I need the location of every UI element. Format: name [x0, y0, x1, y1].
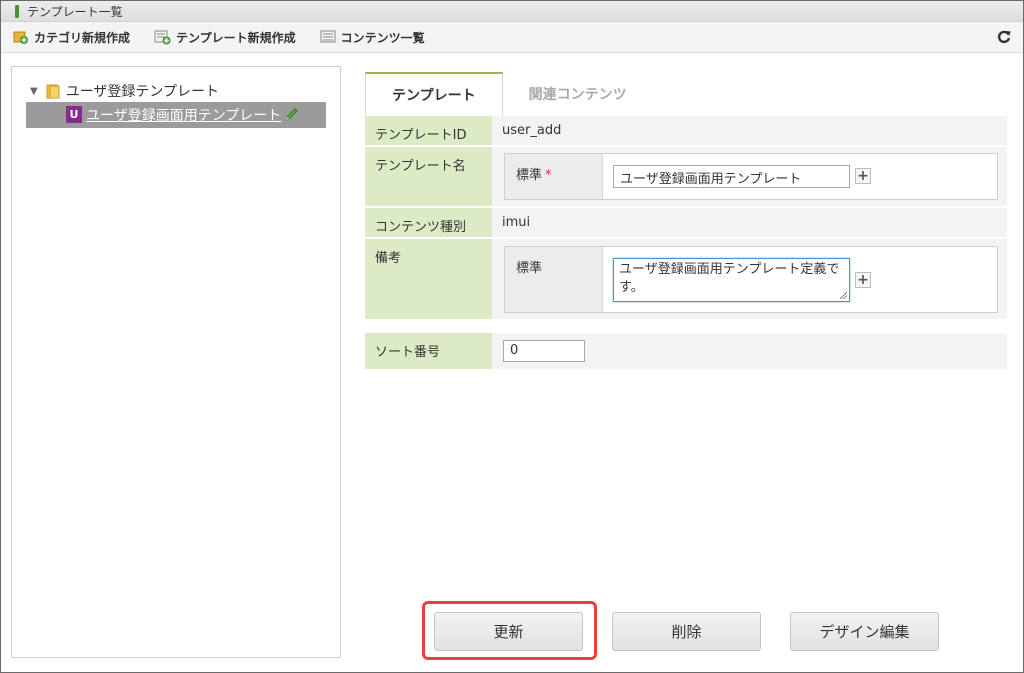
- title-marker-icon: [15, 4, 19, 18]
- note-text: ユーザ登録画面用テンプレート定義です。: [619, 262, 840, 295]
- template-name-locale-label: 標準 *: [505, 154, 603, 199]
- sort-row: ソート番号: [365, 333, 1007, 369]
- content-list-label: コンテンツ一覧: [340, 30, 425, 45]
- category-new-button[interactable]: カテゴリ新規作成: [13, 29, 130, 46]
- title-bar: テンプレート一覧: [1, 1, 1023, 22]
- tab-template[interactable]: テンプレート: [365, 72, 503, 116]
- note-locale-label: 標準: [505, 247, 603, 312]
- note-locale-box: 標準 ユーザ登録画面用テンプレート定義です。 +: [504, 246, 998, 313]
- refresh-icon: [997, 30, 1011, 44]
- resize-grip-icon[interactable]: [840, 292, 847, 299]
- tree-root-item[interactable]: ▼ ユーザ登録テンプレート: [30, 81, 219, 101]
- tree-expand-icon[interactable]: ▼: [30, 86, 38, 97]
- content-type-value: imui: [502, 215, 531, 230]
- template-new-label: テンプレート新規作成: [176, 30, 296, 45]
- tree-child-label: ユーザ登録画面用テンプレート: [86, 108, 282, 124]
- tree-item-selected[interactable]: U ユーザ登録画面用テンプレート: [26, 102, 326, 128]
- toolbar: カテゴリ新規作成 テンプレート新規作成 コンテンツ一覧: [1, 22, 1023, 53]
- template-name-label: テンプレート名: [365, 147, 492, 206]
- tab-related-contents[interactable]: 関連コンテンツ: [503, 72, 653, 116]
- list-icon: [320, 30, 336, 43]
- template-name-input[interactable]: ユーザ登録画面用テンプレート: [613, 165, 850, 188]
- template-id-row: テンプレートID user_add: [365, 116, 1007, 145]
- tree-root-label: ユーザ登録テンプレート: [65, 84, 220, 100]
- add-template-icon: [154, 30, 171, 45]
- update-button[interactable]: 更新: [434, 612, 583, 651]
- add-category-icon: [13, 31, 28, 44]
- content-list-button[interactable]: コンテンツ一覧: [320, 29, 425, 46]
- template-name-locale-box: 標準 * ユーザ登録画面用テンプレート +: [504, 153, 998, 200]
- pencil-icon: [285, 108, 299, 121]
- content-type-label: コンテンツ種別: [365, 208, 492, 237]
- note-label: 備考: [365, 239, 492, 319]
- folder-icon: [46, 84, 60, 98]
- refresh-button[interactable]: [997, 30, 1011, 48]
- required-mark: *: [545, 168, 552, 183]
- content-type-row: コンテンツ種別 imui: [365, 208, 1007, 237]
- tab-bar: テンプレート 関連コンテンツ: [365, 72, 653, 116]
- template-name-add-locale-button[interactable]: +: [855, 168, 871, 184]
- sort-label: ソート番号: [365, 333, 492, 369]
- design-edit-button[interactable]: デザイン編集: [790, 612, 939, 651]
- sort-number-input[interactable]: 0: [503, 340, 585, 362]
- note-add-locale-button[interactable]: +: [855, 272, 871, 288]
- template-new-button[interactable]: テンプレート新規作成: [154, 29, 296, 46]
- note-textarea[interactable]: ユーザ登録画面用テンプレート定義です。: [613, 258, 850, 302]
- category-new-label: カテゴリ新規作成: [34, 30, 131, 45]
- template-id-value: user_add: [502, 123, 562, 138]
- delete-button[interactable]: 削除: [612, 612, 761, 651]
- template-id-label: テンプレートID: [365, 116, 492, 145]
- tree-panel: ▼ ユーザ登録テンプレート U ユーザ登録画面用テンプレート: [11, 66, 341, 658]
- window-title: テンプレート一覧: [27, 4, 123, 19]
- template-type-badge: U: [66, 106, 82, 123]
